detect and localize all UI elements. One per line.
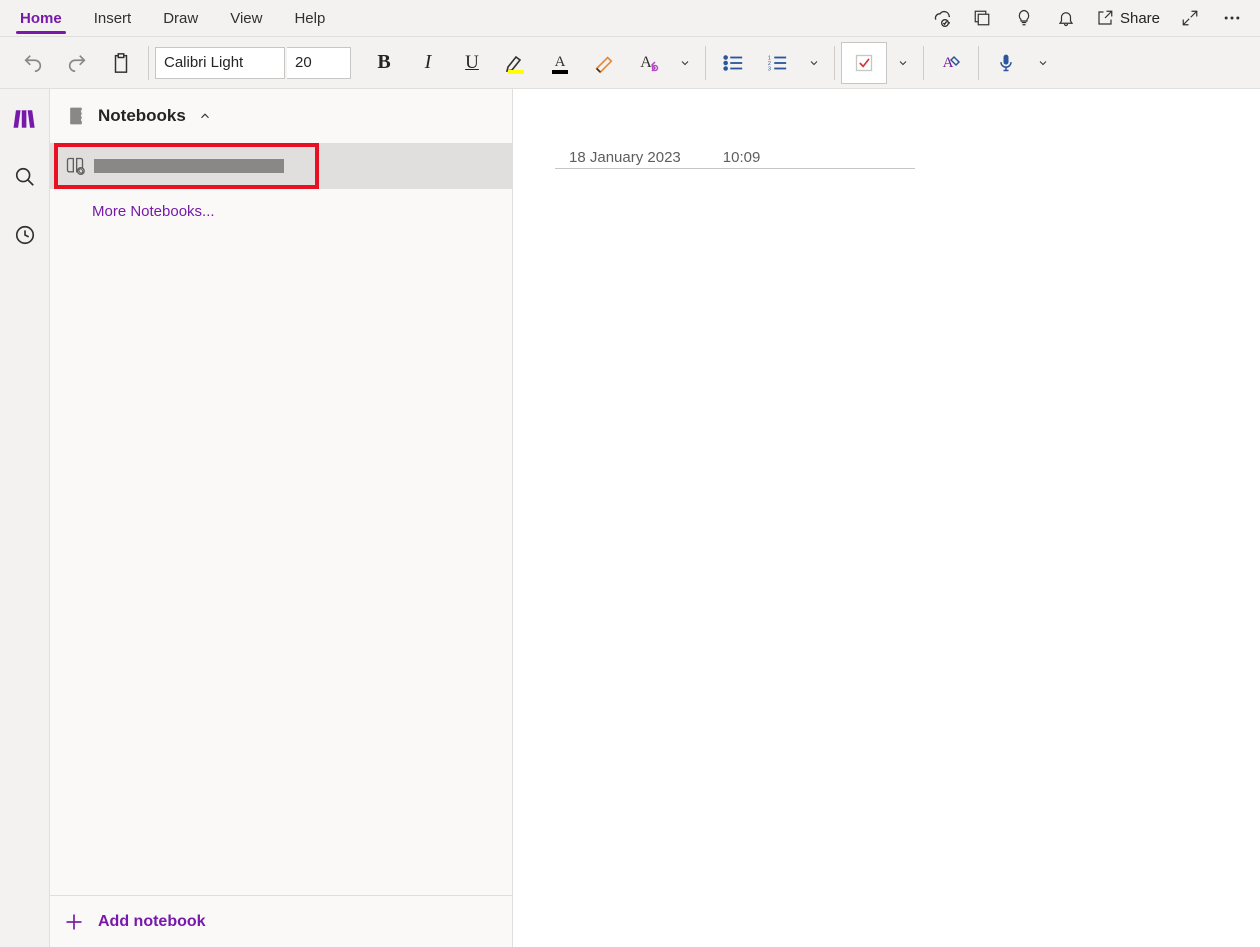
styles-button[interactable]: A	[627, 42, 669, 84]
ink-to-text-button[interactable]: A	[930, 42, 972, 84]
tab-help[interactable]: Help	[278, 0, 341, 36]
note-canvas[interactable]: 18 January 2023 10:09	[513, 89, 1260, 947]
ribbon: Calibri Light 20 B I U A	[0, 36, 1260, 89]
nav-rail	[0, 89, 50, 947]
notebooks-icon	[13, 108, 37, 130]
rail-search-button[interactable]	[5, 157, 45, 197]
tags-dropdown[interactable]	[889, 42, 917, 84]
note-timestamp: 18 January 2023 10:09	[555, 149, 915, 169]
add-notebook-label: Add notebook	[98, 913, 206, 931]
notebooks-header-label: Notebooks	[98, 106, 186, 126]
notebook-item[interactable]	[50, 143, 512, 189]
more-notebooks-link[interactable]: More Notebooks...	[50, 189, 512, 220]
dictate-dropdown[interactable]	[1029, 42, 1057, 84]
font-more-dropdown[interactable]	[671, 42, 699, 84]
note-date-text: 18 January 2023	[569, 149, 681, 166]
svg-text:A: A	[555, 54, 566, 70]
clock-icon	[14, 224, 36, 246]
tab-draw[interactable]: Draw	[147, 0, 214, 36]
share-button[interactable]: Share	[1090, 2, 1166, 34]
font-name-input[interactable]: Calibri Light	[155, 47, 285, 79]
sync-status-icon[interactable]	[922, 2, 958, 34]
rail-notebooks-button[interactable]	[5, 99, 45, 139]
more-options-icon[interactable]	[1214, 2, 1250, 34]
work-area: Notebooks More Notebooks... Add notebook…	[0, 89, 1260, 947]
search-icon	[14, 166, 36, 188]
todo-tag-button[interactable]	[841, 42, 887, 84]
open-notebook-icon	[64, 156, 86, 176]
svg-text:3: 3	[768, 66, 771, 72]
tab-insert[interactable]: Insert	[78, 0, 148, 36]
rail-recent-button[interactable]	[5, 215, 45, 255]
notebook-icon	[66, 105, 86, 127]
underline-button[interactable]: U	[451, 42, 493, 84]
share-icon	[1096, 9, 1114, 27]
bold-button[interactable]: B	[363, 42, 405, 84]
menu-bar: Home Insert Draw View Help	[0, 0, 1260, 36]
font-color-button[interactable]: A	[539, 42, 581, 84]
svg-text:A: A	[640, 54, 652, 71]
notebooks-panel: Notebooks More Notebooks... Add notebook	[50, 89, 513, 947]
feed-icon[interactable]	[964, 2, 1000, 34]
font-size-input[interactable]: 20	[287, 47, 351, 79]
svg-text:A: A	[943, 55, 954, 71]
clipboard-button[interactable]	[100, 42, 142, 84]
note-time-text: 10:09	[723, 149, 761, 166]
add-notebook-button[interactable]: Add notebook	[50, 895, 512, 947]
undo-button[interactable]	[12, 42, 54, 84]
highlight-button[interactable]	[495, 42, 537, 84]
dictate-button[interactable]	[985, 42, 1027, 84]
plus-icon	[64, 912, 84, 932]
italic-button[interactable]: I	[407, 42, 449, 84]
lightbulb-icon[interactable]	[1006, 2, 1042, 34]
notebooks-header[interactable]: Notebooks	[50, 89, 512, 143]
bullet-list-button[interactable]	[712, 42, 754, 84]
notebook-name-redacted	[94, 159, 284, 173]
tab-home[interactable]: Home	[4, 0, 78, 36]
fullscreen-icon[interactable]	[1172, 2, 1208, 34]
tab-view[interactable]: View	[214, 0, 278, 36]
clear-formatting-button[interactable]	[583, 42, 625, 84]
redo-button[interactable]	[56, 42, 98, 84]
list-more-dropdown[interactable]	[800, 42, 828, 84]
numbered-list-button[interactable]: 1 2 3	[756, 42, 798, 84]
share-label: Share	[1120, 10, 1160, 27]
notification-bell-icon[interactable]	[1048, 2, 1084, 34]
chevron-up-icon	[198, 109, 212, 123]
